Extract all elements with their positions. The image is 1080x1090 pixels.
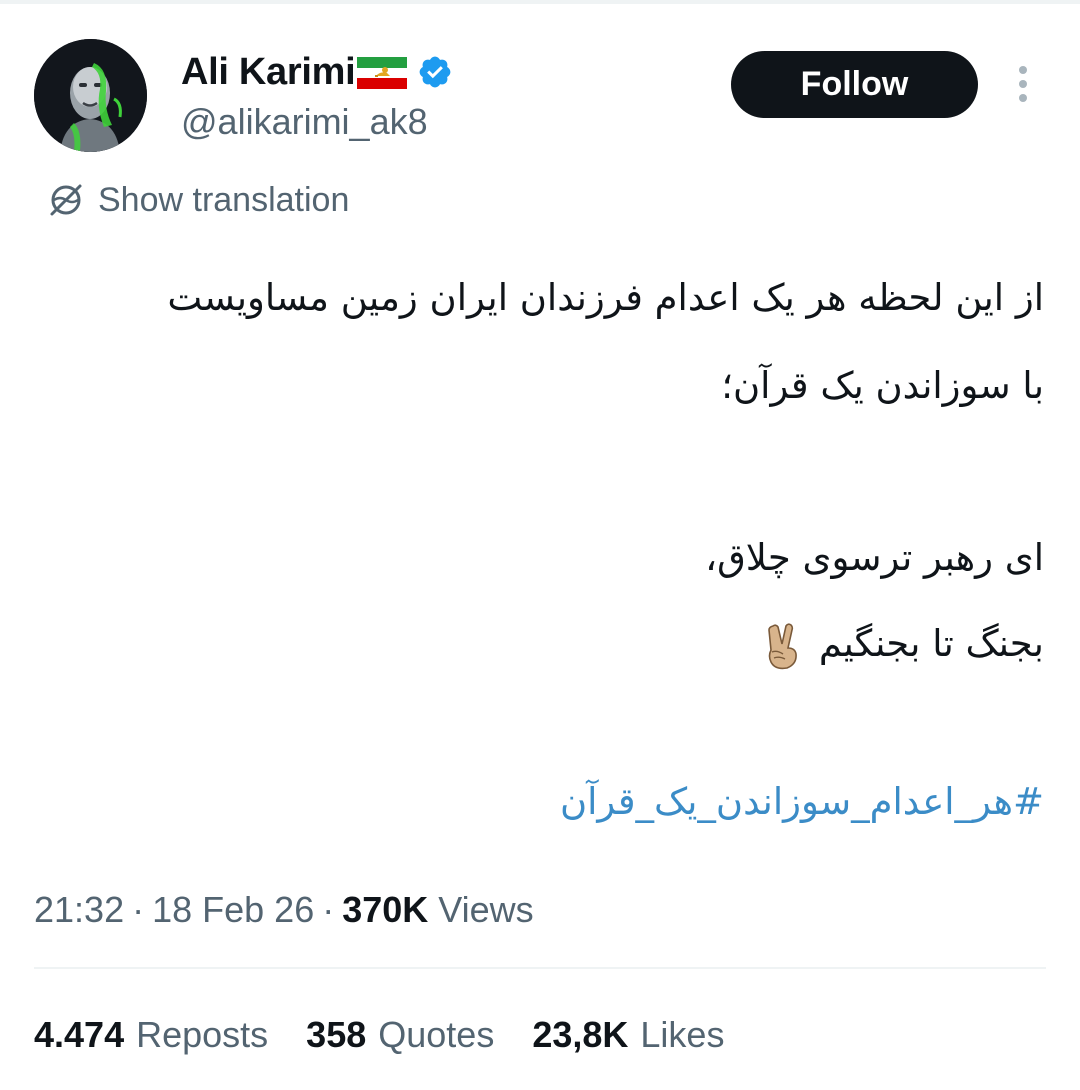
quotes-label: Quotes [378, 1014, 495, 1055]
tweet-text-line-3: ای رهبر ترسوی چلاق، [705, 536, 1044, 579]
tweet-meta: 21:32 · 18 Feb 26 · 370K Views [34, 884, 534, 936]
reposts-count: 4.474 [34, 1014, 125, 1055]
meta-separator: · [322, 889, 335, 930]
quotes-count: 358 [306, 1014, 367, 1055]
engagement-stats: 4.474 Reposts 358 Quotes 23,8K Likes [34, 1010, 724, 1060]
divider [34, 967, 1046, 969]
views-label: Views [438, 889, 534, 930]
tweet-text-line-4: بجنگ تا بجنگیم [763, 614, 1044, 674]
tweet-text-line-4-text: بجنگ تا بجنگیم [818, 622, 1044, 665]
tweet-text-line-2: با سوزاندن یک قرآن؛ [721, 364, 1044, 407]
verified-badge-icon[interactable] [417, 54, 453, 90]
victory-hand-icon [768, 622, 797, 669]
avatar-image [34, 39, 147, 152]
follow-button[interactable]: Follow [731, 51, 978, 118]
likes-stat[interactable]: 23,8K Likes [532, 1014, 724, 1056]
author-display-name[interactable]: Ali Karimi [181, 46, 356, 98]
likes-label: Likes [640, 1014, 725, 1055]
author-handle[interactable]: @alikarimi_ak8 [181, 99, 428, 145]
translate-icon [50, 184, 82, 216]
tweet-time[interactable]: 21:32 [34, 889, 124, 931]
quotes-stat[interactable]: 358 Quotes [306, 1014, 494, 1056]
meta-separator: · [132, 889, 145, 930]
avatar[interactable] [34, 39, 147, 152]
more-vertical-icon[interactable] [1008, 64, 1038, 104]
show-translation-button[interactable]: Show translation [46, 178, 349, 222]
author-name-row[interactable]: Ali Karimi [181, 46, 453, 98]
reposts-stat[interactable]: 4.474 Reposts [34, 1014, 268, 1056]
hashtag-link[interactable]: #هر_اعدام_سوزاندن_یک_قرآن [560, 772, 1044, 832]
iran-lion-and-sun-flag-icon [357, 57, 408, 89]
reposts-label: Reposts [136, 1014, 269, 1055]
tweet-text-line-1: از این لحظه هر یک اعدام فرزندان ایران زم… [167, 276, 1044, 319]
show-translation-label: Show translation [98, 181, 350, 219]
likes-count: 23,8K [532, 1014, 629, 1055]
views-count: 370K [342, 889, 429, 930]
tweet-date[interactable]: 18 Feb 26 [152, 889, 314, 931]
top-border [0, 0, 1080, 4]
